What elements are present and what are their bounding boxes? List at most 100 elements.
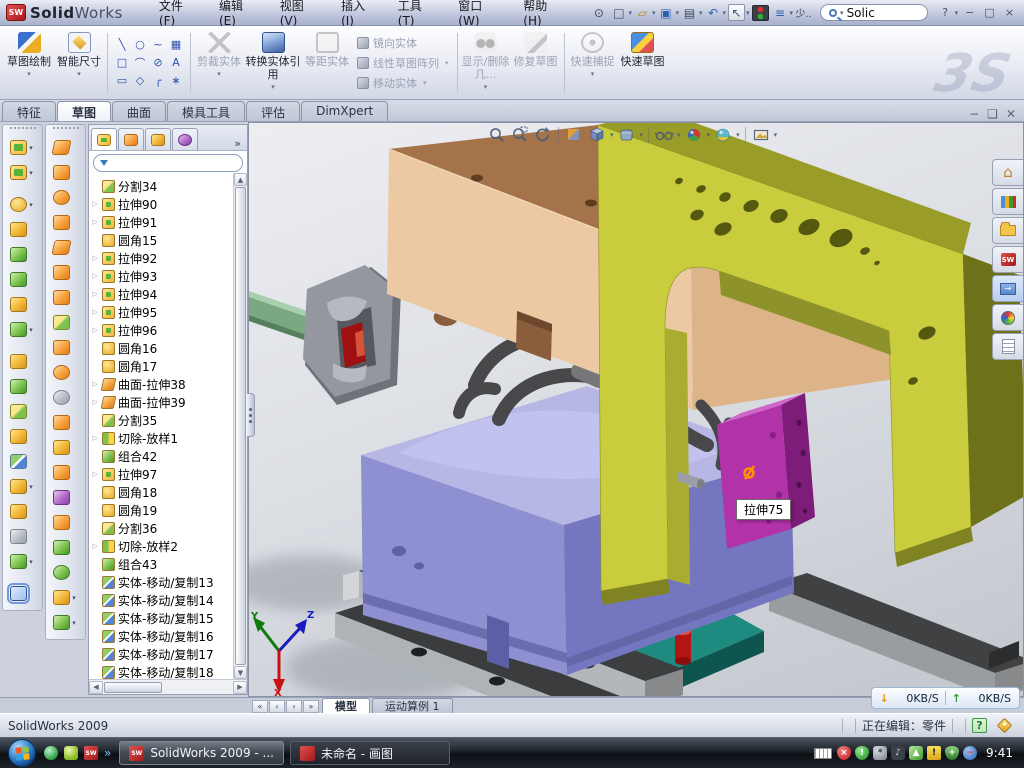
file-explorer-tab[interactable]	[992, 217, 1023, 244]
tree-item[interactable]: 圆角15	[91, 231, 233, 249]
linear-sketch-pattern-button[interactable]: 线性草图阵列▾	[357, 55, 449, 71]
extruded-cut-icon[interactable]	[10, 165, 27, 180]
pin-icon[interactable]: ⊙	[590, 4, 607, 21]
close-button[interactable]: ×	[1001, 5, 1018, 20]
spline-icon[interactable]: ~	[149, 36, 167, 54]
display-delete-relations-button[interactable]: 显示/删除几... ▾	[461, 28, 511, 97]
replace-face-icon[interactable]	[53, 415, 70, 430]
pattern-box-icon[interactable]: ▦	[167, 36, 185, 54]
tab-model[interactable]: 模型	[322, 698, 370, 713]
tree-item[interactable]: ▷ 拉伸94	[91, 285, 233, 303]
tree-item[interactable]: ▷ 拉伸92	[91, 249, 233, 267]
planar-surface-icon[interactable]	[53, 165, 70, 180]
tree-item[interactable]: 组合42	[91, 447, 233, 465]
undo-icon[interactable]: ↶	[705, 4, 722, 21]
help-dropdown-icon[interactable]: ▾	[955, 9, 959, 17]
line-icon[interactable]: ╲	[113, 36, 131, 54]
tab-motion-study[interactable]: 运动算例 1	[372, 698, 453, 713]
mold-curve-icon[interactable]	[53, 615, 70, 630]
repair-sketch-button[interactable]: 修复草图	[511, 28, 561, 97]
tree-vertical-scrollbar[interactable]: ▲ ▼	[233, 173, 247, 679]
wrap-icon[interactable]	[10, 297, 27, 312]
sketch-fillet-icon[interactable]: ╭	[149, 72, 167, 90]
reference-point-icon[interactable]	[10, 479, 27, 494]
rapid-sketch-button[interactable]: 快速草图	[618, 28, 668, 97]
view-orientation-icon[interactable]	[586, 124, 608, 146]
quick-snaps-button[interactable]: 快速捕捉 ▾	[568, 28, 618, 97]
tree-item[interactable]: 实体-移动/复制15	[91, 609, 233, 627]
curve-icon[interactable]	[10, 554, 27, 569]
move-entities-button[interactable]: 移动实体▾	[357, 75, 449, 91]
smart-dimension-button[interactable]: 智能尺寸 ▾	[54, 28, 104, 97]
tag-icon[interactable]	[997, 718, 1013, 734]
solidworks-resources-tab[interactable]: ⌂	[992, 159, 1023, 186]
rectangle-icon[interactable]: □	[113, 54, 131, 72]
nav-first-icon[interactable]: «	[252, 700, 268, 713]
tree-item[interactable]: 圆角17	[91, 357, 233, 375]
convert-entities-button[interactable]: 转换实体引用 ▾	[244, 28, 302, 97]
radiate-surface-icon[interactable]	[53, 215, 70, 230]
tree-item[interactable]: 分割35	[91, 411, 233, 429]
tree-item[interactable]: ▷ 拉伸90	[91, 195, 233, 213]
tree-item[interactable]: ▷ 切除-放样1	[91, 429, 233, 447]
open-icon[interactable]: ▱	[634, 4, 651, 21]
draft-analysis-icon[interactable]	[53, 465, 70, 480]
fillet-icon[interactable]	[10, 197, 27, 212]
untrim-surface-icon[interactable]	[53, 315, 70, 330]
toolbar-grip[interactable]	[10, 127, 36, 132]
tab-sketch[interactable]: 草图	[57, 101, 111, 121]
tooling-split-icon[interactable]	[53, 565, 70, 580]
rebuild-traffic-light-icon[interactable]	[752, 5, 769, 21]
taskbar-item-paint[interactable]: 未命名 - 画图	[290, 741, 450, 765]
scroll-right-icon[interactable]: ▶	[233, 681, 247, 694]
tree-item[interactable]: ▷ 拉伸96	[91, 321, 233, 339]
extend-surface-icon[interactable]	[53, 340, 70, 355]
tree-item[interactable]: 组合43	[91, 555, 233, 573]
shell-icon[interactable]	[10, 247, 27, 262]
tree-item[interactable]: 实体-移动/复制13	[91, 573, 233, 591]
custom-properties-tab[interactable]	[992, 333, 1023, 360]
search-input[interactable]: Solic	[847, 6, 875, 20]
print-icon[interactable]: ▤	[681, 4, 698, 21]
nav-last-icon[interactable]: »	[303, 700, 319, 713]
ime-icon[interactable]: 少..	[795, 4, 812, 21]
hide-show-items-icon[interactable]	[653, 124, 675, 146]
scroll-up-icon[interactable]: ▲	[234, 173, 247, 186]
view-palette-tab[interactable]: →	[992, 275, 1023, 302]
ruled-surface-icon[interactable]	[51, 140, 71, 155]
linear-pattern-icon[interactable]	[10, 322, 27, 337]
view-settings-icon[interactable]	[750, 124, 772, 146]
propertymanager-tab[interactable]	[118, 128, 144, 150]
restore-button[interactable]: □	[981, 5, 998, 20]
point-icon[interactable]: ∗	[167, 72, 185, 90]
tree-item[interactable]: ▷ 拉伸93	[91, 267, 233, 285]
appearances-tab[interactable]	[992, 304, 1023, 331]
tree-item[interactable]: ▷ 切除-放样2	[91, 537, 233, 555]
panel-overflow-icon[interactable]: »	[230, 137, 245, 150]
child-close-icon[interactable]: ✕	[1006, 107, 1016, 121]
taskbar-clock[interactable]: 9:41	[986, 746, 1013, 760]
scroll-left-icon[interactable]: ◀	[89, 681, 103, 694]
axis-icon[interactable]	[10, 529, 27, 544]
scroll-thumb[interactable]	[104, 682, 162, 693]
mirror-icon[interactable]	[10, 379, 27, 394]
tree-item[interactable]: 实体-移动/复制16	[91, 627, 233, 645]
delete-face-icon[interactable]	[53, 390, 70, 405]
configurationmanager-tab[interactable]	[145, 128, 171, 150]
split-icon[interactable]	[10, 404, 27, 419]
quicklaunch-messenger-icon[interactable]	[44, 746, 58, 760]
antivirus-alert-icon[interactable]: ×	[837, 746, 851, 760]
defender-shield-icon[interactable]: +	[945, 746, 959, 760]
mirror-entities-button[interactable]: 镜向实体	[357, 35, 449, 51]
new-document-icon[interactable]: □	[610, 4, 627, 21]
tab-features[interactable]: 特征	[2, 101, 56, 121]
filled-surface-icon[interactable]	[53, 265, 70, 280]
sync-icon[interactable]: ▲	[909, 746, 923, 760]
child-minimize-icon[interactable]: −	[969, 107, 979, 121]
edit-appearance-icon[interactable]	[683, 124, 705, 146]
arc-icon[interactable]: ⌒	[131, 54, 149, 72]
trim-surface-icon[interactable]	[53, 365, 70, 380]
toolbar-grip[interactable]	[53, 127, 79, 132]
solidworks-search-tab[interactable]: SW	[992, 246, 1023, 273]
move-copy-body-icon[interactable]	[10, 454, 27, 469]
